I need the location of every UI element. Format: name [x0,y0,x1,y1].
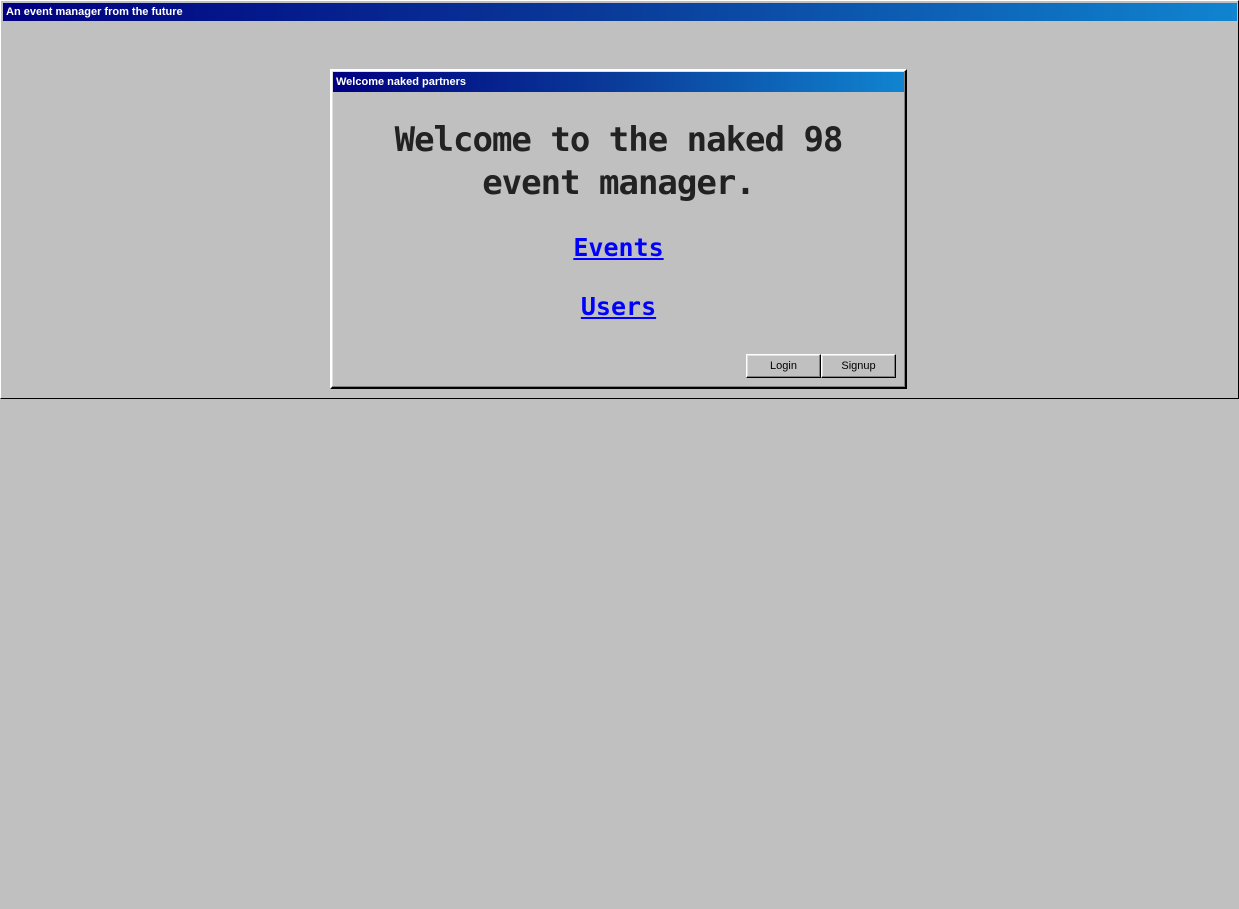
login-button[interactable]: Login [746,354,821,378]
welcome-dialog: Welcome naked partners Welcome to the na… [330,69,907,389]
window-titlebar[interactable]: An event manager from the future [3,3,1237,21]
dialog-titlebar[interactable]: Welcome naked partners [333,72,904,92]
signup-button[interactable]: Signup [821,354,896,378]
welcome-heading: Welcome to the naked 98 event manager. [394,120,844,203]
users-link[interactable]: Users [332,292,905,321]
events-link[interactable]: Events [332,233,905,262]
